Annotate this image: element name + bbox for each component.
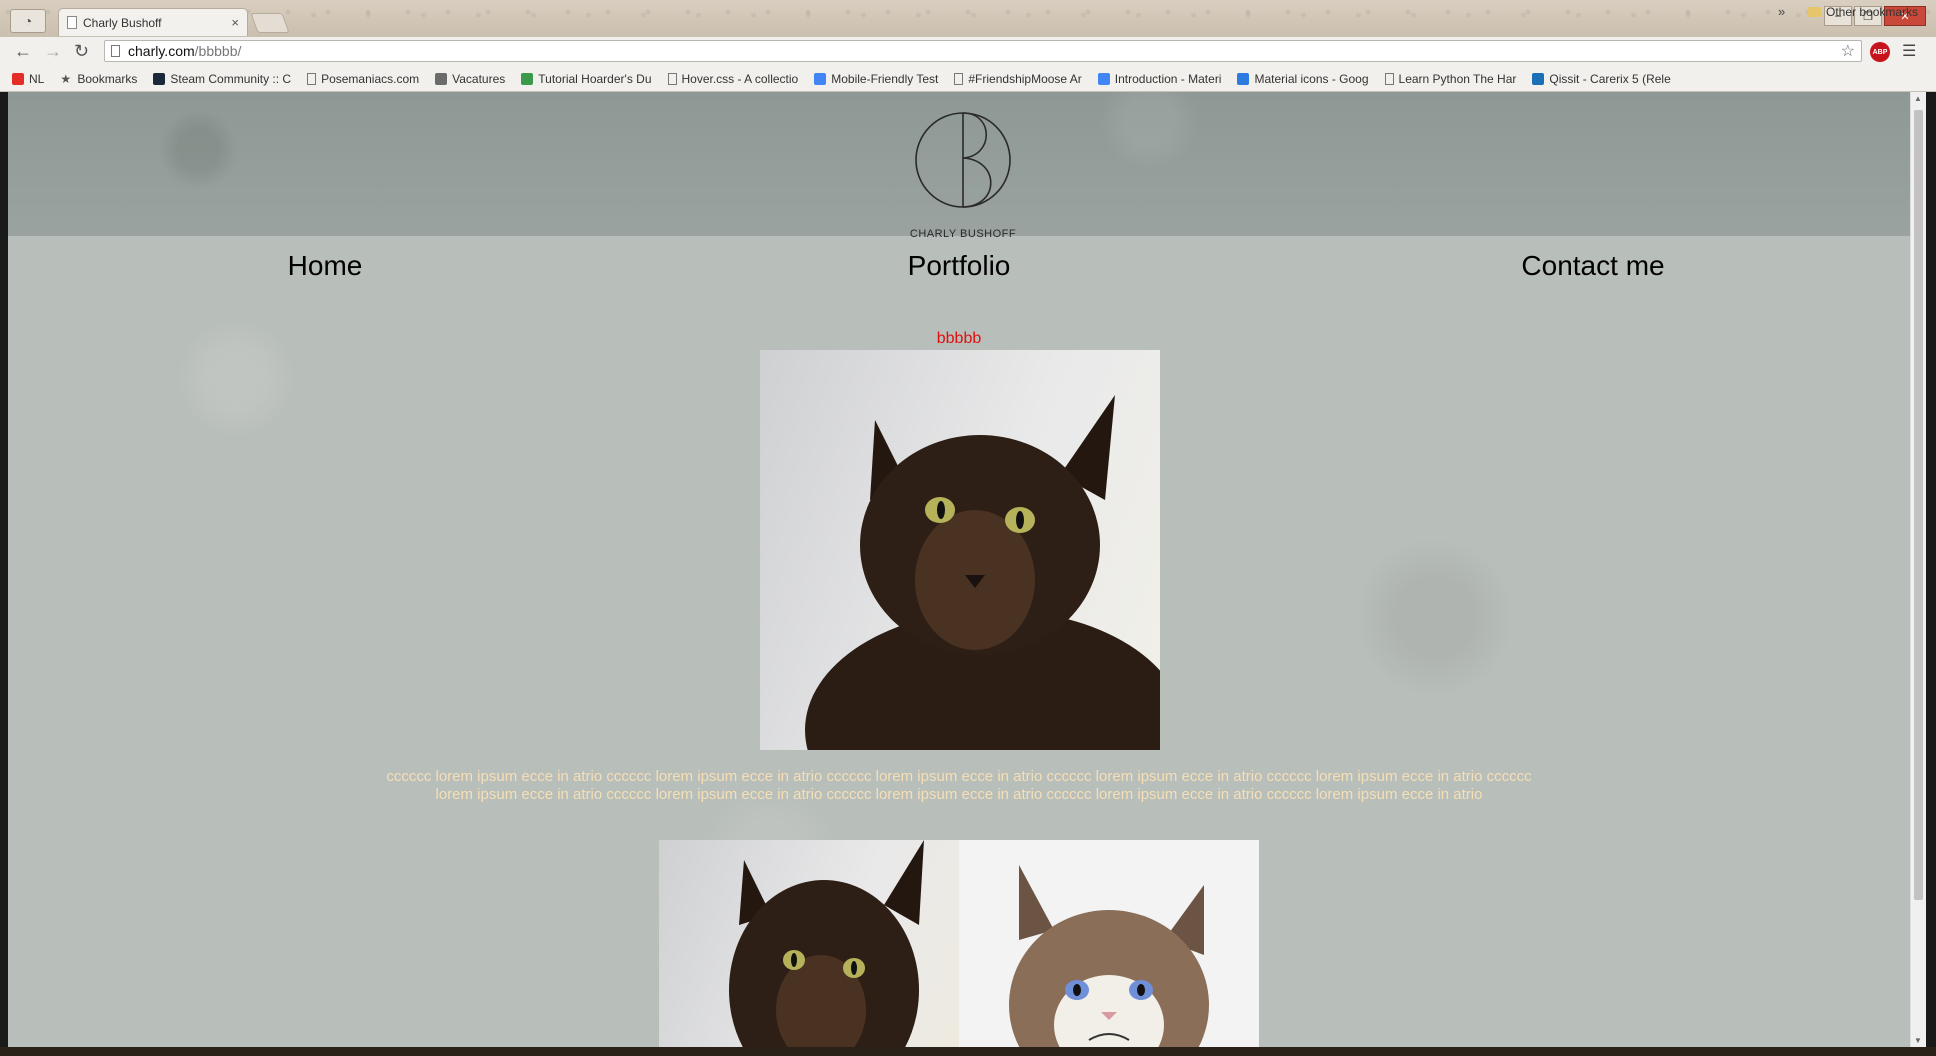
- os-taskbar: [0, 1047, 1936, 1056]
- incognito-menu-icon[interactable]: ◔: [10, 9, 46, 33]
- address-bar[interactable]: charly.com /bbbbb/ ☆: [104, 40, 1862, 62]
- nav-contact[interactable]: Contact me: [1521, 250, 1664, 282]
- browser-titlebar: ◔ Charly Bushoff × – ❐ ✕: [0, 0, 1936, 36]
- post-body-text: cccccc lorem ipsum ecce in atrio cccccc …: [386, 768, 1532, 803]
- nav-portfolio[interactable]: Portfolio: [908, 250, 1011, 282]
- page-icon: [1384, 72, 1394, 85]
- page-icon: [307, 72, 317, 85]
- main-navigation: Home Portfolio Contact me: [8, 236, 1910, 296]
- tab-title: Charly Bushoff: [83, 15, 162, 30]
- back-arrow-icon[interactable]: ←: [14, 41, 32, 61]
- cb-monogram-icon: [915, 112, 1011, 208]
- grumpy-cat-illustration: [1009, 865, 1209, 1047]
- page-icon: [954, 72, 964, 85]
- bookmark-label: Qissit - Carerix 5 (Rele: [1549, 71, 1671, 86]
- stack-icon: [435, 72, 448, 85]
- bookmark-item[interactable]: Vacatures: [435, 72, 505, 86]
- bookmark-label: Vacatures: [452, 71, 506, 86]
- site-logo[interactable]: CHARLY BUSHOFF: [908, 102, 1018, 240]
- post-title: bbbbb: [936, 330, 982, 347]
- bookmark-item[interactable]: Mobile-Friendly Test: [814, 72, 938, 86]
- reload-icon[interactable]: ↻: [74, 41, 89, 61]
- bookmark-item[interactable]: Material icons - Goog: [1237, 71, 1369, 86]
- page-icon: [67, 16, 77, 29]
- bookmark-item[interactable]: Posemaniacs.com: [307, 72, 419, 86]
- bookmark-label: Introduction - Materi: [1114, 71, 1222, 86]
- qissit-icon: [1532, 72, 1545, 85]
- brown-cat-illustration: [805, 395, 1160, 750]
- bookmark-item[interactable]: Hover.css - A collectio: [667, 71, 799, 86]
- adblock-plus-icon[interactable]: ABP: [1870, 42, 1890, 62]
- bookmark-item[interactable]: #FriendshipMoose Ar: [954, 71, 1082, 86]
- bookmark-item[interactable]: Tutorial Hoarder's Du: [521, 71, 652, 86]
- page-icon: [667, 72, 677, 85]
- tab-close-icon[interactable]: ×: [231, 15, 239, 30]
- material-icon: [1237, 72, 1250, 85]
- star-icon: ★: [60, 71, 72, 86]
- bookmark-item[interactable]: Qissit - Carerix 5 (Rele: [1532, 71, 1671, 86]
- brown-cat-photo: [760, 350, 1160, 750]
- youtube-icon: [12, 72, 24, 85]
- bookmark-label: NL: [29, 71, 45, 86]
- other-bookmarks-label: Other bookmarks: [1826, 5, 1919, 19]
- folder-icon: [1808, 7, 1821, 17]
- bookmark-label: Bookmarks: [77, 71, 138, 86]
- bookmark-label: Tutorial Hoarder's Du: [538, 71, 652, 86]
- new-tab-button[interactable]: [250, 13, 290, 33]
- scroll-down-icon[interactable]: ▼: [1914, 1036, 1922, 1045]
- bookmark-item[interactable]: ★ Bookmarks: [60, 72, 137, 86]
- forward-arrow-icon[interactable]: →: [44, 41, 62, 61]
- other-bookmarks[interactable]: Other bookmarks: [1808, 5, 1918, 19]
- page-icon: [111, 45, 120, 57]
- bookmarks-bar: NL ★ Bookmarks Steam Community :: C Posemani…: [0, 66, 1936, 92]
- bookmark-label: #FriendshipMoose Ar: [968, 71, 1082, 86]
- bookmark-item[interactable]: Learn Python The Har: [1384, 71, 1517, 86]
- scroll-up-icon[interactable]: ▲: [1914, 94, 1922, 103]
- scrollbar-thumb[interactable]: [1914, 110, 1923, 900]
- bookmark-label: Posemaniacs.com: [321, 71, 420, 86]
- url-host: charly.com: [128, 43, 195, 59]
- site-header: CHARLY BUSHOFF: [8, 92, 1910, 240]
- url-path: /bbbbb/: [194, 43, 242, 59]
- bookmark-label: Material icons - Goog: [1254, 71, 1369, 86]
- bookmark-item[interactable]: NL: [12, 72, 44, 86]
- tab-charly-bushoff[interactable]: Charly Bushoff ×: [58, 8, 248, 36]
- hamburger-menu-icon[interactable]: ☰: [1902, 41, 1916, 61]
- nav-home[interactable]: Home: [288, 250, 363, 282]
- circle-icon: [521, 72, 534, 85]
- google-icon: [814, 72, 827, 85]
- bookmark-item[interactable]: Introduction - Materi: [1097, 71, 1222, 86]
- grumpy-cat-thumbnail[interactable]: [959, 840, 1259, 1047]
- bookmark-label: Learn Python The Har: [1398, 71, 1517, 86]
- vertical-scrollbar[interactable]: ▲ ▼: [1910, 92, 1926, 1047]
- bookmark-star-icon[interactable]: ☆: [1841, 41, 1855, 61]
- bookmark-label: Steam Community :: C: [170, 71, 292, 86]
- steam-icon: [153, 72, 166, 85]
- page-viewport: CHARLY BUSHOFF Home Portfolio Contact me…: [8, 92, 1910, 1047]
- browser-toolbar: ← → ↻ charly.com /bbbbb/ ☆ ABP ☰: [0, 36, 1936, 67]
- bookmarks-overflow-icon[interactable]: »: [1778, 4, 1785, 19]
- bookmark-label: Hover.css - A collectio: [681, 71, 799, 86]
- brown-cat-thumbnail[interactable]: [659, 840, 959, 1047]
- bookmark-label: Mobile-Friendly Test: [831, 71, 939, 86]
- brown-cat-illustration: [729, 840, 924, 1047]
- google-icon: [1097, 72, 1110, 85]
- bookmark-item[interactable]: Steam Community :: C: [153, 72, 291, 86]
